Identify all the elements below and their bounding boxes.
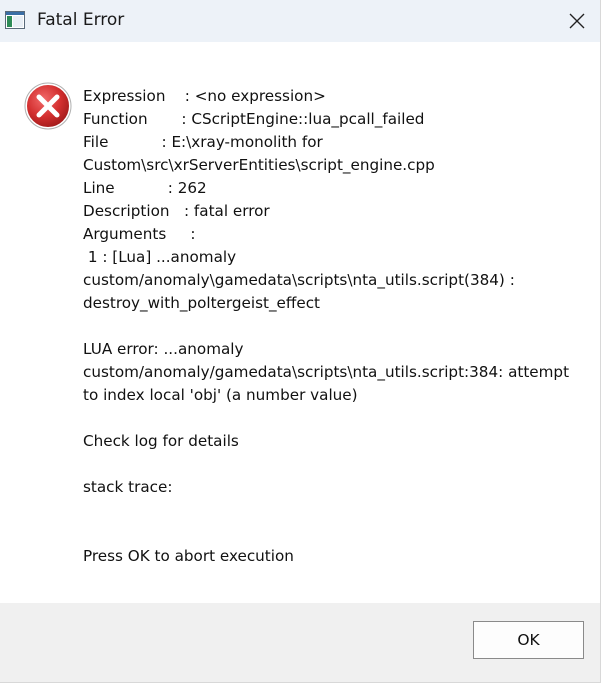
button-bar: OK — [0, 603, 600, 682]
message-line: Line : 262 — [83, 179, 207, 197]
error-icon — [24, 82, 72, 130]
message-line: Function : CScriptEngine::lua_pcall_fail… — [83, 110, 425, 128]
message-line: LUA error: ...anomaly — [83, 340, 244, 358]
message-line: stack trace: — [83, 478, 173, 496]
message-line — [83, 522, 583, 545]
message-line: Expression : <no expression> — [83, 87, 326, 105]
ok-button[interactable]: OK — [473, 621, 584, 659]
window-title: Fatal Error — [37, 10, 125, 30]
message-line: custom/anomaly\gamedata\scripts\nta_util… — [83, 271, 515, 289]
dialog-content: Expression : <no expression> Function : … — [0, 42, 600, 603]
error-dialog-window: Fatal Error Expression: <no expression>… — [0, 0, 601, 683]
message-line: destroy_with_poltergeist_effect — [83, 294, 321, 312]
message-line: File : E:\xray-monolith for — [83, 133, 323, 151]
title-bar[interactable]: Fatal Error — [0, 0, 600, 42]
message-line — [83, 499, 583, 522]
message-line: Check log for details — [83, 432, 239, 450]
message-line: custom/anomaly/gamedata\scripts\nta_util… — [83, 363, 570, 381]
message-line: Description : fatal error — [83, 202, 270, 220]
error-message: Expression : <no expression> Function : … — [83, 85, 583, 568]
message-line: Arguments : — [83, 225, 196, 243]
close-icon — [569, 13, 585, 29]
message-line — [83, 407, 583, 430]
message-line: Custom\src\xrServerEntities\script_engin… — [83, 156, 435, 174]
app-window-icon — [5, 11, 25, 29]
close-button[interactable] — [554, 0, 600, 42]
message-line: to index local 'obj' (a number value) — [83, 386, 358, 404]
message-line: 1 : [Lua] ...anomaly — [83, 248, 237, 266]
message-line — [83, 453, 583, 476]
message-line: Press OK to abort execution — [83, 547, 294, 565]
message-line — [83, 315, 583, 338]
